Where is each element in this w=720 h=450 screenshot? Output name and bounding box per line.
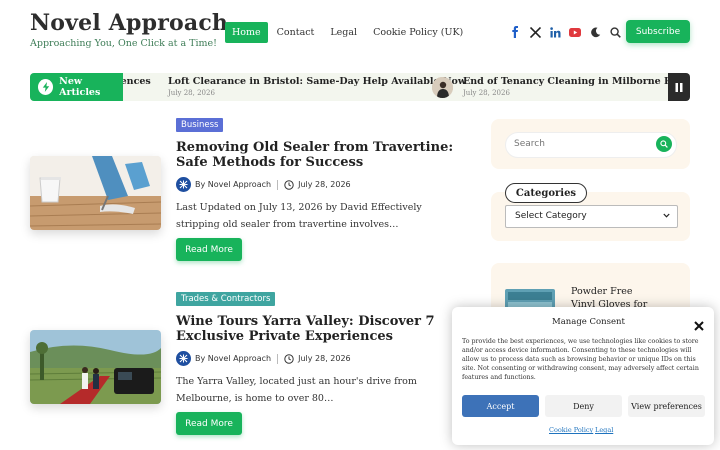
facebook-icon[interactable] [505,24,525,40]
category-select[interactable]: Select Category [505,205,678,228]
nav-item-legal[interactable]: Legal [323,22,364,43]
consent-title: Manage Consent [552,317,625,327]
post-thumbnail[interactable] [30,330,161,404]
site-tagline: Approaching You, One Click at a Time! [30,38,217,49]
mopping-floor-image [30,156,161,230]
nav-item-home[interactable]: Home [225,22,268,43]
main-nav: Home Contact Legal Cookie Policy (UK) [225,22,472,43]
ticker-date: July 28, 2026 [463,89,510,97]
author-avatar[interactable] [176,351,191,366]
youtube-icon[interactable] [565,24,585,40]
post-date[interactable]: July 28, 2026 [298,180,351,189]
search-field[interactable] [505,132,677,158]
deny-button[interactable]: Deny [545,395,622,417]
post-title[interactable]: Wine Tours Yarra Valley: Discover 7 Excl… [176,314,476,344]
dark-mode-moon-icon[interactable] [585,24,605,40]
search-icon [660,140,668,148]
post-date[interactable]: July 28, 2026 [298,354,351,363]
legal-link[interactable]: Legal [595,426,613,434]
search-icon[interactable] [605,24,625,40]
clock-icon [284,179,294,190]
post-meta: By Novel Approach July 28, 2026 [176,351,351,366]
x-icon[interactable] [525,24,545,40]
nav-item-cookie-policy[interactable]: Cookie Policy (UK) [366,22,470,43]
post-title[interactable]: Removing Old Sealer from Travertine: Saf… [176,140,476,170]
pause-icon [675,82,683,92]
ticker-label-text: New Articles [59,76,101,98]
meta-divider [277,179,279,190]
close-icon[interactable] [694,316,704,335]
nav-item-contact[interactable]: Contact [270,22,322,43]
ticker-item[interactable]: End of Tenancy Cleaning in Milborne Port… [463,76,690,87]
post-excerpt: Last Updated on July 13, 2026 by David E… [176,202,422,230]
linkedin-icon[interactable] [545,24,565,40]
category-badge[interactable]: Business [176,118,224,132]
ticker-thumbnail[interactable] [432,77,453,98]
subscribe-button[interactable]: Subscribe [626,20,690,43]
read-more-button[interactable]: Read More [176,412,242,435]
ticker-label: New Articles [30,73,123,101]
read-more-button[interactable]: Read More [176,238,242,261]
consent-text: To provide the best experiences, we use … [462,338,699,381]
search-input[interactable] [514,139,644,149]
meta-divider [277,353,279,364]
ticker-pause-button[interactable] [668,73,690,101]
post-author[interactable]: By Novel Approach [195,354,271,363]
vineyard-couple-image [30,330,161,404]
clock-icon [284,353,294,364]
chevron-down-icon [663,212,670,222]
news-ticker: riences Loft Clearance in Bristol: Same-… [30,73,690,101]
cookie-policy-link[interactable]: Cookie Policy [549,426,593,434]
post-excerpt: The Yarra Valley, located just an hour's… [176,376,417,404]
header-icons [505,24,625,40]
search-submit-button[interactable] [656,136,672,152]
cookie-consent-dialog: Manage Consent To provide the best exper… [452,307,714,445]
categories-heading: Categories [505,183,587,203]
post-meta: By Novel Approach July 28, 2026 [176,177,351,192]
lightning-icon [38,79,54,95]
site-title[interactable]: Novel Approach [30,10,228,36]
category-select-value: Select Category [515,211,587,221]
author-avatar[interactable] [176,177,191,192]
ticker-date: July 28, 2026 [168,89,215,97]
view-preferences-button[interactable]: View preferences [628,395,705,417]
post-thumbnail[interactable] [30,156,161,230]
ticker-item[interactable]: Loft Clearance in Bristol: Same-Day Help… [168,76,466,87]
accept-button[interactable]: Accept [462,395,539,417]
category-badge[interactable]: Trades & Contractors [176,292,276,306]
post-author[interactable]: By Novel Approach [195,180,271,189]
